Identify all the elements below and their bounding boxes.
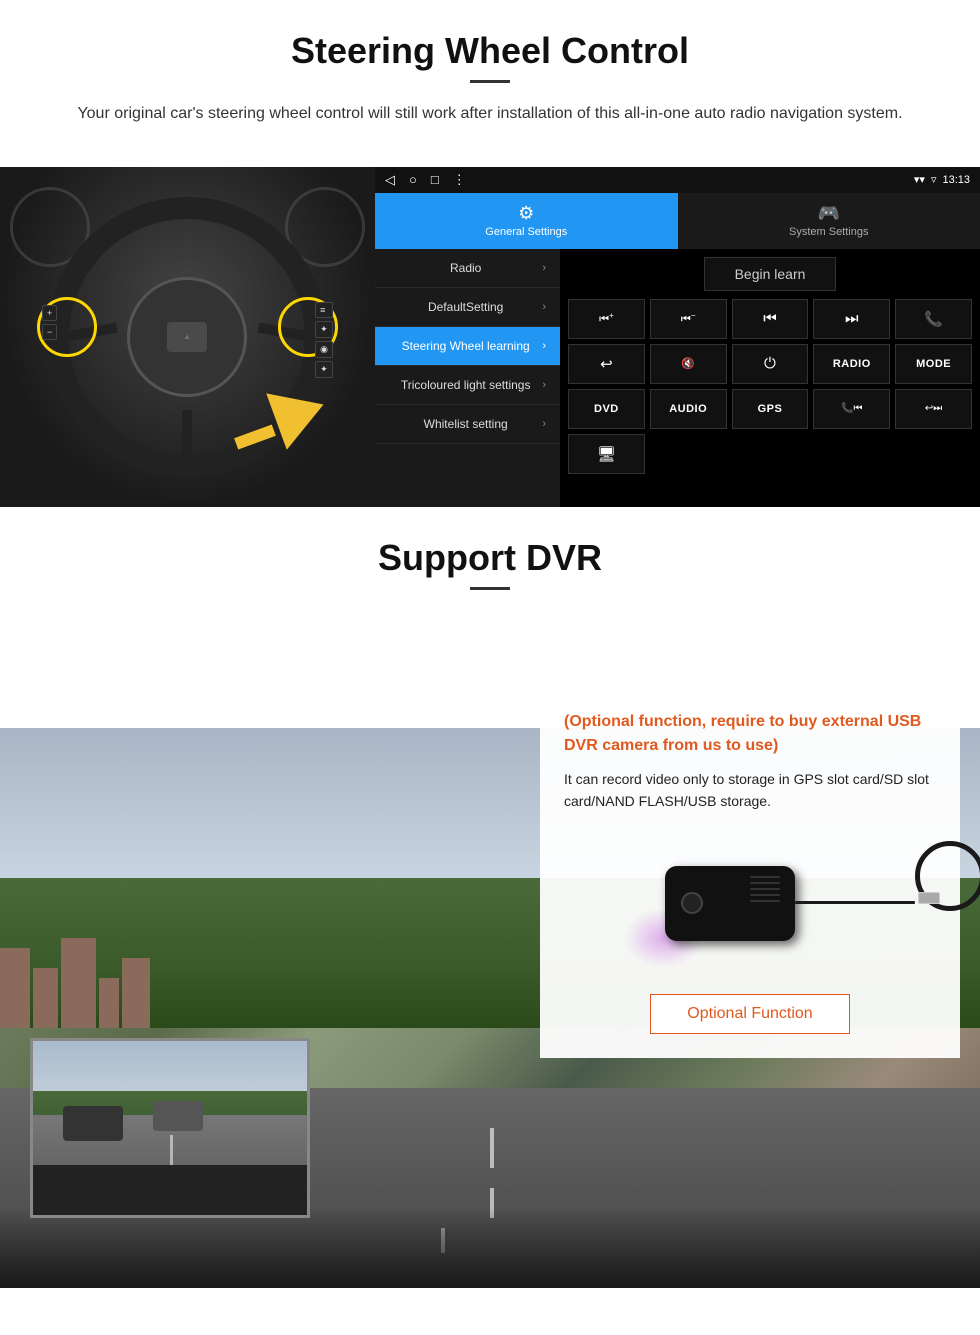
menu-item-default[interactable]: DefaultSetting › <box>375 288 560 327</box>
section-subtitle: Your original car's steering wheel contr… <box>60 101 920 127</box>
wifi-icon: ▿ <box>931 173 937 186</box>
ctrl-phone[interactable]: 📞 <box>895 299 972 339</box>
settings-tabs: ⚙ General Settings 🎮 System Settings <box>375 193 980 249</box>
prev-icon: ⏮ <box>763 310 777 327</box>
chevron-icon: › <box>542 262 546 274</box>
mute-icon: 🔇 <box>681 357 695 370</box>
phone-prev-icon: 📞⏮ <box>841 403 862 414</box>
gps-label: GPS <box>758 403 783 415</box>
ctrl-audio[interactable]: AUDIO <box>650 389 727 429</box>
ctrl-vol-up[interactable]: ⏮+ <box>568 299 645 339</box>
nav-back-icon[interactable]: ◁ <box>385 172 395 188</box>
chevron-icon: › <box>542 340 546 352</box>
mode-label: MODE <box>916 358 951 370</box>
menu-item-tricolour[interactable]: Tricoloured light settings › <box>375 366 560 405</box>
vol-up-icon: ⏮+ <box>599 311 614 327</box>
dvr-info-box: (Optional function, require to buy exter… <box>540 688 960 1059</box>
title-divider <box>470 80 510 83</box>
menu-item-whitelist[interactable]: Whitelist setting › <box>375 405 560 444</box>
menu-steering-label: Steering Wheel learning <box>389 339 542 353</box>
controls-panel: Begin learn ⏮+ ⏮− ⏮ <box>560 249 980 507</box>
steering-demo: ▲ + − ≡ ✦ ◉ ✦ <box>0 167 980 507</box>
settings-content: Radio › DefaultSetting › Steering Wheel … <box>375 249 980 507</box>
chevron-icon: › <box>542 301 546 313</box>
android-panel: ◁ ○ □ ⋮ ▾▾ ▿ 13:13 ⚙ General Settings <box>375 167 980 507</box>
tab-system-settings[interactable]: 🎮 System Settings <box>678 193 980 249</box>
clock: 13:13 <box>942 174 970 186</box>
dvr-camera-image <box>564 828 936 978</box>
menu-item-steering[interactable]: Steering Wheel learning › <box>375 327 560 366</box>
ctrl-power[interactable]: ⏻ <box>732 344 809 384</box>
ctrl-next[interactable]: ⏭ <box>813 299 890 339</box>
ctrl-vol-down[interactable]: ⏮− <box>650 299 727 339</box>
radio-label: RADIO <box>833 358 871 370</box>
ctrl-back[interactable]: ↩ <box>568 344 645 384</box>
menu-default-label: DefaultSetting <box>389 300 542 314</box>
settings-menu: Radio › DefaultSetting › Steering Wheel … <box>375 249 560 507</box>
optional-notice: (Optional function, require to buy exter… <box>564 710 936 758</box>
status-bar: ◁ ○ □ ⋮ ▾▾ ▿ 13:13 <box>375 167 980 193</box>
steering-wheel-image: ▲ + − ≡ ✦ ◉ ✦ <box>0 167 375 507</box>
vol-down-icon: ⏮− <box>681 311 696 327</box>
bottom-fade <box>0 1208 980 1288</box>
dvr-title-area: Support DVR <box>0 507 980 628</box>
menu-radio-label: Radio <box>389 261 542 275</box>
dvr-title: Support DVR <box>40 537 940 579</box>
nav-dots-icon[interactable]: ⋮ <box>453 172 466 188</box>
screen-icon: 🖥 <box>597 445 616 463</box>
next-icon: ⏭ <box>845 310 859 327</box>
nav-buttons: ◁ ○ □ ⋮ <box>385 172 466 188</box>
tab-system-label: System Settings <box>789 226 868 238</box>
ctrl-back-next[interactable]: ↩⏭ <box>895 389 972 429</box>
begin-learn-button[interactable]: Begin learn <box>704 257 837 291</box>
ctrl-mode[interactable]: MODE <box>895 344 972 384</box>
dvr-background: (Optional function, require to buy exter… <box>0 628 980 1288</box>
back-icon: ↩ <box>600 355 613 373</box>
tab-general-label: General Settings <box>485 226 567 238</box>
ctrl-prev[interactable]: ⏮ <box>732 299 809 339</box>
ctrl-mute[interactable]: 🔇 <box>650 344 727 384</box>
steering-section: Steering Wheel Control Your original car… <box>0 0 980 507</box>
menu-tricolour-label: Tricoloured light settings <box>389 378 542 392</box>
system-icon: 🎮 <box>818 203 840 224</box>
dvd-label: DVD <box>594 403 619 415</box>
phone-icon: 📞 <box>924 310 943 328</box>
dvr-title-divider <box>470 587 510 590</box>
gear-icon: ⚙ <box>518 203 534 224</box>
dvr-description: It can record video only to storage in G… <box>564 768 936 813</box>
menu-whitelist-label: Whitelist setting <box>389 417 542 431</box>
page-title: Steering Wheel Control <box>40 30 940 72</box>
ctrl-screen[interactable]: 🖥 <box>568 434 645 474</box>
ctrl-phone-prev[interactable]: 📞⏮ <box>813 389 890 429</box>
power-icon: ⏻ <box>764 355 776 372</box>
back-next-icon: ↩⏭ <box>925 403 942 414</box>
dvr-preview-inset <box>30 1038 310 1218</box>
ctrl-radio[interactable]: RADIO <box>813 344 890 384</box>
chevron-icon: › <box>542 379 546 391</box>
menu-item-radio[interactable]: Radio › <box>375 249 560 288</box>
optional-function-button[interactable]: Optional Function <box>650 994 850 1034</box>
signal-icon: ▾▾ <box>914 173 925 186</box>
status-icons: ▾▾ ▿ 13:13 <box>914 173 970 186</box>
tab-general-settings[interactable]: ⚙ General Settings <box>375 193 678 249</box>
nav-home-icon[interactable]: ○ <box>409 172 417 188</box>
chevron-icon: › <box>542 418 546 430</box>
controls-grid: ⏮+ ⏮− ⏮ ⏭ 📞 <box>568 299 972 474</box>
ctrl-gps[interactable]: GPS <box>732 389 809 429</box>
nav-recent-icon[interactable]: □ <box>431 172 439 188</box>
ctrl-dvd[interactable]: DVD <box>568 389 645 429</box>
audio-label: AUDIO <box>669 403 707 415</box>
dvr-section: Support DVR <box>0 507 980 1288</box>
